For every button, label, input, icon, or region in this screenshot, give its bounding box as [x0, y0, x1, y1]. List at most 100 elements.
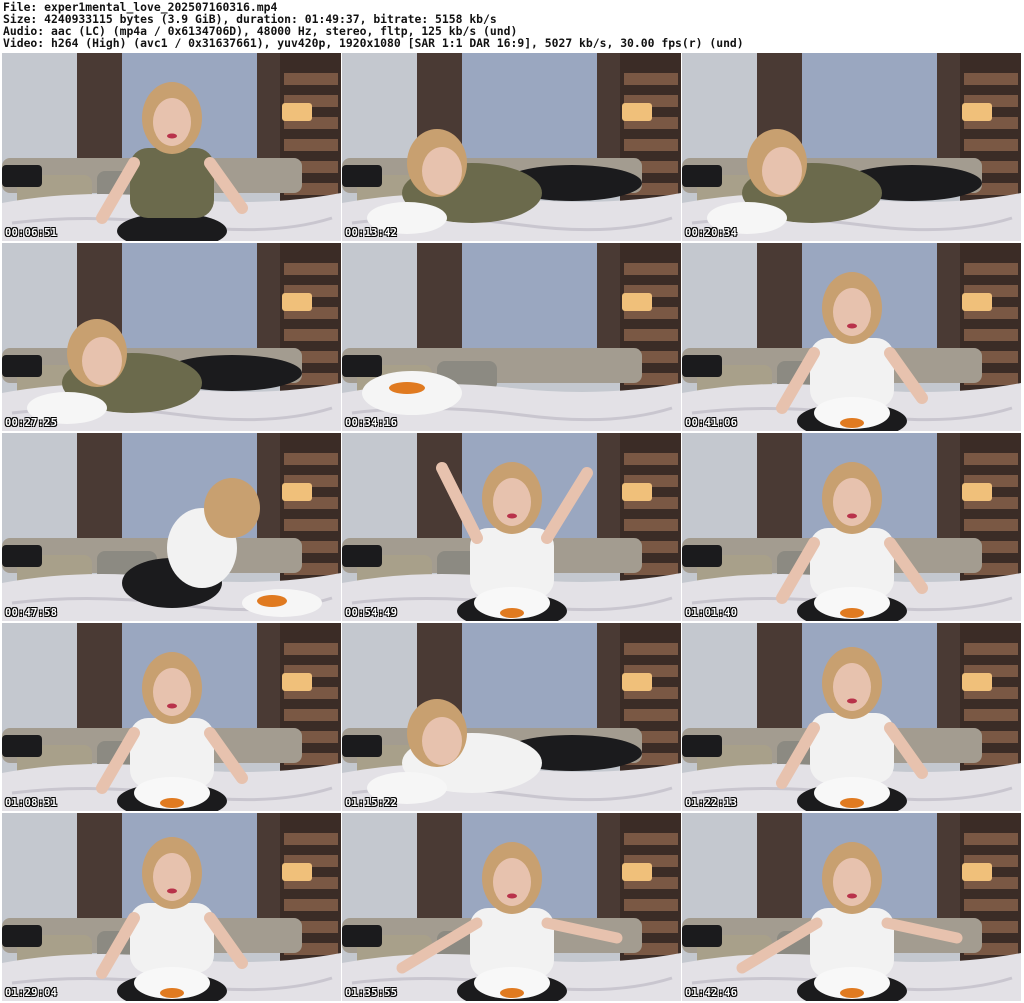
thumbnail[interactable]: 00:20:34: [682, 53, 1021, 241]
black-cushion: [342, 355, 382, 377]
thumbnail[interactable]: 01:01:40: [682, 433, 1021, 621]
window-curtain: [462, 623, 602, 733]
lips: [847, 323, 857, 329]
thumbnail[interactable]: 01:15:22: [342, 623, 681, 811]
thumbnail-image: [682, 53, 1021, 241]
lamp-shade: [282, 103, 312, 121]
books-row: [964, 643, 1018, 655]
window-curtain: [462, 53, 602, 163]
lamp-shade: [962, 673, 992, 691]
curtain-left: [757, 433, 802, 553]
lips: [847, 893, 857, 899]
face: [422, 717, 462, 765]
timestamp: 01:42:46: [685, 987, 738, 999]
lamp-shade: [622, 863, 652, 881]
books-row: [624, 453, 678, 465]
curtain-left: [417, 813, 462, 933]
torso: [810, 713, 894, 783]
torso: [130, 903, 214, 973]
thumbnail[interactable]: 00:13:42: [342, 53, 681, 241]
thumbnail[interactable]: 01:42:46: [682, 813, 1021, 1001]
books-row: [964, 899, 1018, 911]
thumbnail[interactable]: 00:06:51: [2, 53, 341, 241]
face: [493, 858, 531, 906]
books-row: [964, 139, 1018, 151]
books-row: [284, 329, 338, 341]
books-row: [284, 263, 338, 275]
lamp-shade: [962, 103, 992, 121]
timestamp: 00:41:06: [685, 417, 738, 429]
lips: [507, 893, 517, 899]
thumbnail[interactable]: 00:41:06: [682, 243, 1021, 431]
lamp-shade: [622, 103, 652, 121]
face: [422, 147, 462, 195]
timestamp: 01:15:22: [345, 797, 398, 809]
curtain-right: [597, 53, 622, 173]
curtain-left: [77, 813, 122, 933]
curtain-right: [257, 243, 282, 363]
flower-center: [160, 988, 184, 998]
books-row: [284, 899, 338, 911]
flower-center: [840, 418, 864, 428]
timestamp: 00:34:16: [345, 417, 398, 429]
lamp-shade: [282, 863, 312, 881]
thumbnail-image: [2, 243, 341, 431]
books-row: [964, 833, 1018, 845]
lamp-shade: [622, 293, 652, 311]
thumbnail[interactable]: 01:22:13: [682, 623, 1021, 811]
black-cushion: [2, 735, 42, 757]
thumbnail-grid: 00:06:51 00:13:42 00:20:34 00:27:25 00:3…: [0, 0, 1024, 1003]
curtain-left: [77, 433, 122, 553]
curtain-right: [597, 623, 622, 743]
thumbnail[interactable]: 00:27:25: [2, 243, 341, 431]
curtain-right: [937, 433, 962, 553]
black-cushion: [682, 545, 722, 567]
timestamp: 00:27:25: [5, 417, 58, 429]
lamp-shade: [962, 293, 992, 311]
lips: [167, 888, 177, 894]
thumbnail[interactable]: 01:29:04: [2, 813, 341, 1001]
books-row: [284, 643, 338, 655]
curtain-right: [597, 433, 622, 553]
thumbnail[interactable]: 01:35:55: [342, 813, 681, 1001]
curtain-left: [417, 243, 462, 363]
thumbnail[interactable]: 01:08:31: [2, 623, 341, 811]
lamp-shade: [282, 293, 312, 311]
timestamp: 00:20:34: [685, 227, 738, 239]
face: [153, 668, 191, 716]
face: [833, 663, 871, 711]
black-cushion: [342, 545, 382, 567]
curtain-right: [937, 623, 962, 743]
timestamp: 01:08:31: [5, 797, 58, 809]
black-cushion: [2, 355, 42, 377]
curtain-left: [757, 623, 802, 743]
books-row: [624, 519, 678, 531]
curtain-right: [257, 433, 282, 553]
window-curtain: [462, 243, 602, 353]
flower-center: [840, 798, 864, 808]
lips: [847, 513, 857, 519]
black-cushion: [682, 355, 722, 377]
thumbnail[interactable]: 00:34:16: [342, 243, 681, 431]
books-row: [284, 73, 338, 85]
thumbnail[interactable]: 00:54:49: [342, 433, 681, 621]
thumbnail-image: [682, 623, 1021, 811]
torso: [130, 148, 214, 218]
books-row: [624, 899, 678, 911]
face: [82, 337, 122, 385]
timestamp: 01:22:13: [685, 797, 738, 809]
face: [153, 853, 191, 901]
black-cushion: [342, 735, 382, 757]
books-row: [624, 73, 678, 85]
thumbnail[interactable]: 00:47:58: [2, 433, 341, 621]
lips: [167, 703, 177, 709]
timestamp: 01:29:04: [5, 987, 58, 999]
black-cushion: [342, 165, 382, 187]
curtain-left: [77, 53, 122, 173]
thumbnail-image: [682, 243, 1021, 431]
thumbnail-image: [342, 813, 681, 1001]
curtain-right: [257, 813, 282, 933]
window-curtain: [802, 53, 942, 163]
lamp-shade: [282, 673, 312, 691]
books-row: [964, 709, 1018, 721]
